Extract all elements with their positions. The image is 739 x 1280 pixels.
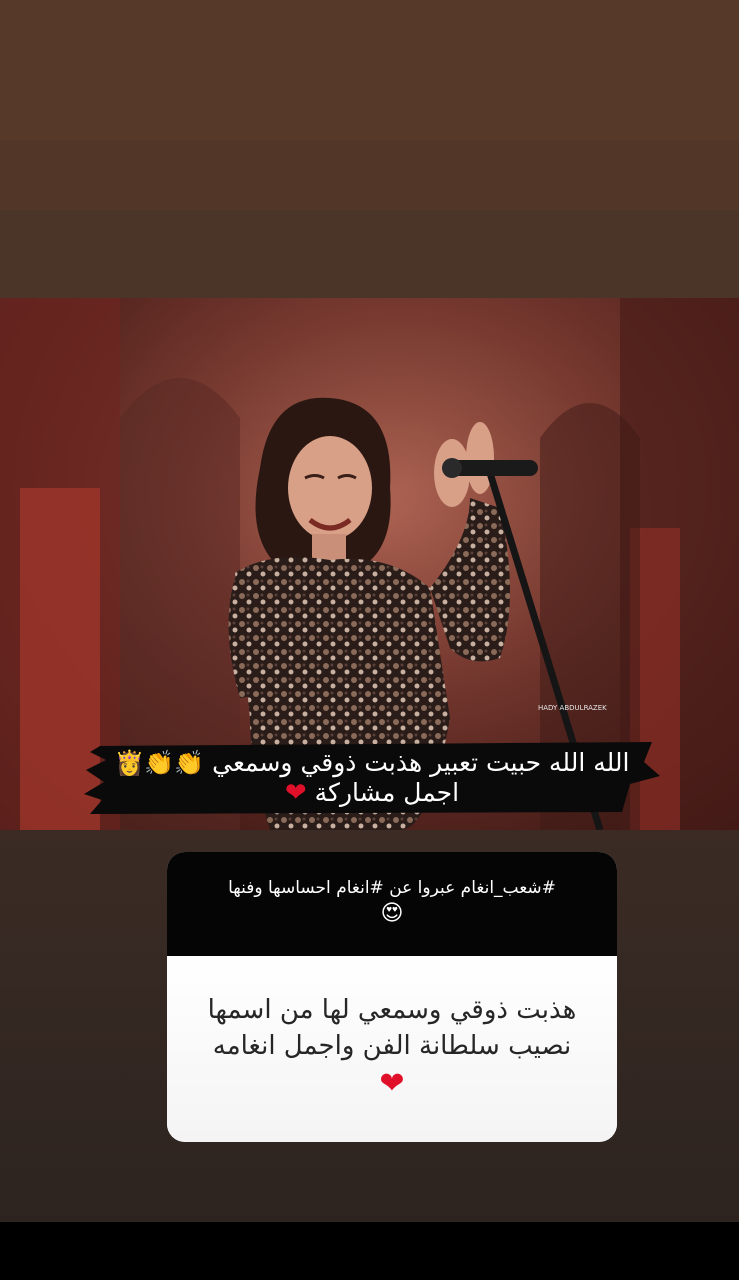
answer-card: هذبت ذوقي وسمعي لها من اسمها نصيب سلطانة… [167,956,617,1142]
caption-text-2: اجمل مشاركة [314,778,460,807]
question-text: #شعب_انغام عبروا عن #انغام احساسها وفنها [228,878,556,898]
background-band [0,210,739,298]
story-view: HADY ABDULRAZEK الله الله حبيت تعبير هذب… [0,0,739,1222]
question-header: #شعب_انغام عبروا عن #انغام احساسها وفنها… [167,852,617,956]
caption-line-1: الله الله حبيت تعبير هذبت ذوقي وسمعي 👏👏👸 [82,742,662,778]
caption-text-1: الله الله حبيت تعبير هذبت ذوقي وسمعي [212,748,630,777]
caption-line-2: اجمل مشاركة ❤ [82,778,662,808]
answer-line-2: نصيب سلطانة الفن واجمل انغامه [212,1031,572,1061]
question-sticker[interactable]: #شعب_انغام عبروا عن #انغام احساسها وفنها… [167,852,617,1142]
background-band [0,0,739,140]
answer-line-1: هذبت ذوقي وسمعي لها من اسمها [207,995,577,1025]
heart-icon: ❤ [284,778,307,808]
background-band [0,140,739,210]
story-caption: الله الله حبيت تعبير هذبت ذوقي وسمعي 👏👏👸… [82,742,662,818]
heart-icon: ❤ [379,1066,405,1101]
clap-crown-emoji-icon: 👏👏👸 [114,749,205,777]
photo-watermark: HADY ABDULRAZEK [538,704,607,712]
bottom-bar [0,1222,739,1280]
heart-eyes-emoji-icon: 😍 [380,901,404,926]
